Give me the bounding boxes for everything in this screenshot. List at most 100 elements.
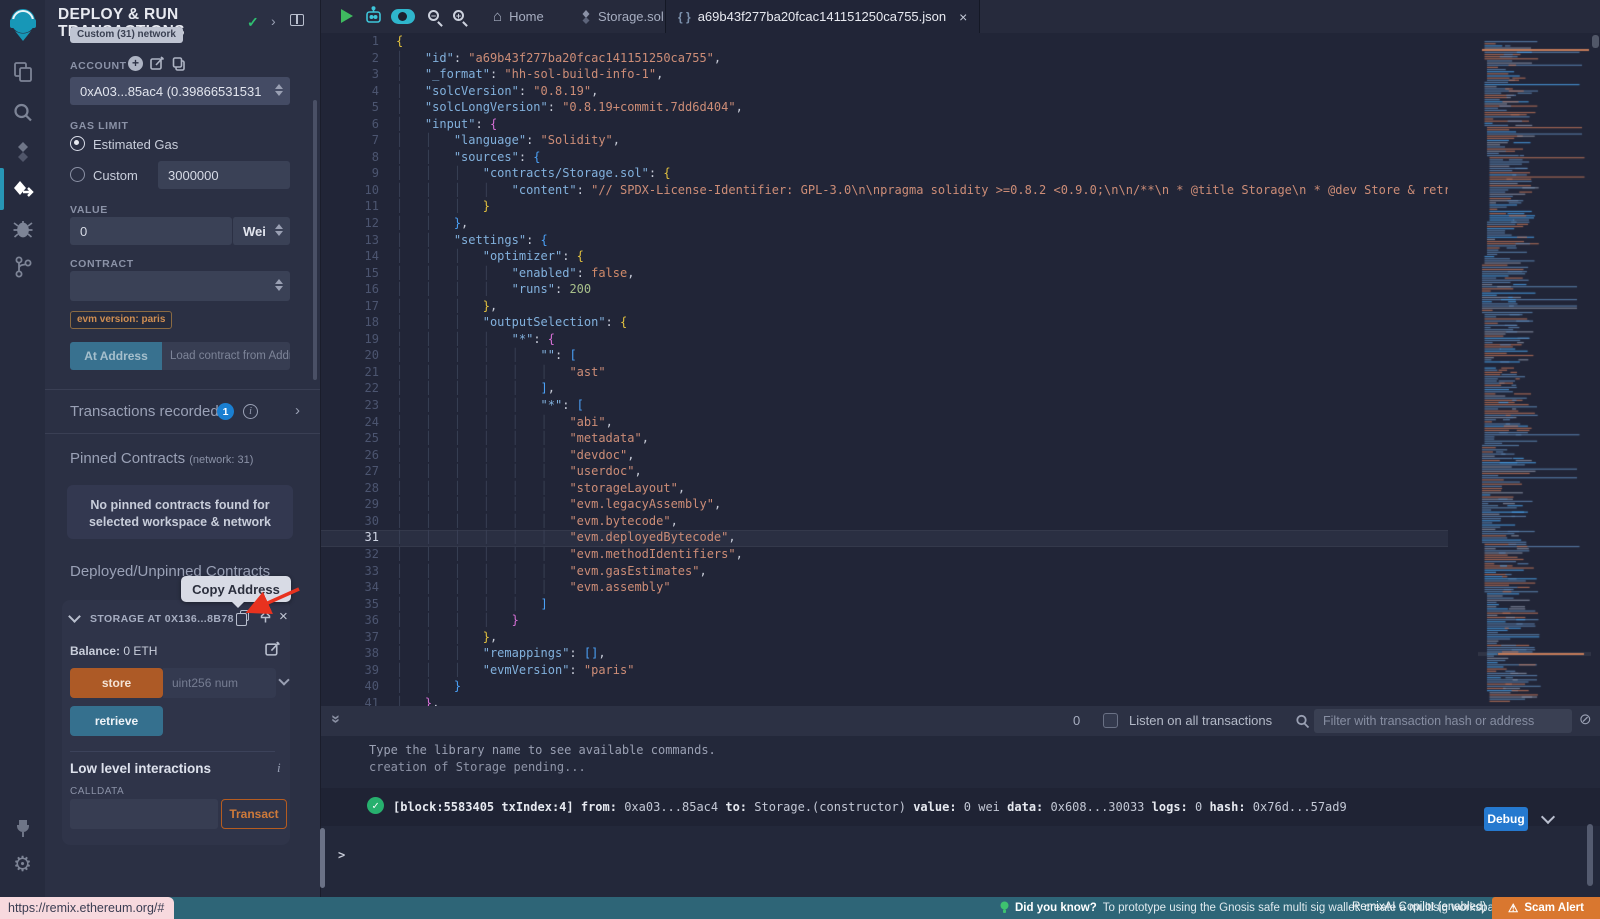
- editor-scrollbar[interactable]: [1592, 35, 1599, 48]
- transactions-expand-icon[interactable]: ›: [295, 402, 300, 419]
- tab-home[interactable]: ⌂ Home: [481, 0, 556, 33]
- line-number: 13: [321, 232, 379, 249]
- splitter-handle[interactable]: [320, 828, 325, 888]
- value-input[interactable]: 0: [70, 217, 232, 245]
- pin-panel-icon[interactable]: [290, 14, 304, 26]
- line-number: 9: [321, 165, 379, 182]
- retrieve-button[interactable]: retrieve: [70, 706, 163, 736]
- code-line: │ │ │ "remappings": [],: [396, 645, 1448, 662]
- git-branch-icon[interactable]: [0, 255, 45, 284]
- panel-expand-icon[interactable]: ›: [271, 13, 276, 29]
- line-number: 22: [321, 380, 379, 397]
- code-editor[interactable]: 1234567891011121314151617181920212223242…: [321, 33, 1600, 706]
- copilot-status[interactable]: RemixAI Copilot (enabled): [1352, 901, 1486, 913]
- line-number: 14: [321, 248, 379, 265]
- code-line: │ │ │ │ "runs": 200: [396, 281, 1448, 298]
- custom-gas-radio[interactable]: [70, 167, 85, 182]
- code-line: │ │ │ │ │ │ "evm.bytecode",: [396, 513, 1448, 530]
- file-explorer-icon[interactable]: [0, 61, 45, 88]
- ai-assistant-icon[interactable]: [363, 6, 384, 31]
- settings-gear-icon[interactable]: ⚙: [0, 852, 45, 877]
- estimated-gas-radio[interactable]: [70, 136, 85, 151]
- store-arg-input[interactable]: uint256 num: [163, 668, 276, 698]
- transaction-log[interactable]: [block:5583405 txIndex:4] from: 0xa03...…: [393, 800, 1347, 814]
- line-number: 21: [321, 364, 379, 381]
- copy-address-icon[interactable]: [240, 610, 249, 621]
- remove-contract-icon[interactable]: ×: [279, 608, 288, 625]
- scam-alert-button[interactable]: ⚠ Scam Alert: [1492, 897, 1600, 919]
- code-line: │ │ │ │ "*": {: [396, 331, 1448, 348]
- copilot-toggle[interactable]: [391, 9, 415, 24]
- panel-check-icon: ✓: [247, 14, 259, 31]
- account-stepper-icon[interactable]: [275, 84, 283, 96]
- edit-balance-icon[interactable]: [265, 641, 281, 662]
- copy-address-tooltip: Copy Address: [181, 576, 291, 602]
- add-account-icon[interactable]: +: [128, 56, 143, 71]
- balance-row: Balance: 0 ETH: [70, 644, 157, 658]
- transactions-count-badge: 1: [217, 403, 234, 420]
- tab-build-info-json[interactable]: { } a69b43f277ba20fcac141151250ca755.jso…: [665, 0, 980, 33]
- debug-button[interactable]: Debug: [1484, 807, 1528, 831]
- code-line: │ │ "settings": {: [396, 232, 1448, 249]
- evm-version-badge: evm version: paris: [70, 311, 172, 329]
- code-line: │ │ │ │ │ │ "abi",: [396, 414, 1448, 431]
- line-number: 25: [321, 430, 379, 447]
- code-line: │ │ │ │ │ │ "metadata",: [396, 430, 1448, 447]
- code-line: │ │ │ │ │ │ "ast": [396, 364, 1448, 381]
- account-select[interactable]: 0xA03...85ac4 (0.39866531531: [70, 77, 290, 105]
- custom-gas-input[interactable]: 3000000: [158, 161, 290, 189]
- code-line: │ │ │ │ │ │ "evm.methodIdentifiers",: [396, 546, 1448, 563]
- expand-store-icon[interactable]: [278, 674, 289, 685]
- line-number: 37: [321, 629, 379, 646]
- transaction-filter-input[interactable]: Filter with transaction hash or address: [1314, 709, 1572, 733]
- deploy-run-panel: DEPLOY & RUN TRANSACTIONS ✓ › Custom (31…: [45, 0, 320, 897]
- zoom-in-icon[interactable]: +: [453, 10, 464, 21]
- edit-account-icon[interactable]: [150, 56, 165, 76]
- copy-account-icon[interactable]: [172, 57, 186, 76]
- listen-checkbox[interactable]: [1103, 713, 1118, 728]
- info-icon[interactable]: i: [243, 404, 258, 419]
- pinned-empty-message: No pinned contracts found for selected w…: [67, 485, 293, 539]
- collapse-contract-icon[interactable]: [68, 610, 81, 623]
- code-line: │ │ │ │ │ │ "storageLayout",: [396, 480, 1448, 497]
- contract-stepper-icon[interactable]: [275, 279, 283, 291]
- clear-console-icon[interactable]: ⊘: [1579, 710, 1592, 728]
- unit-stepper-icon[interactable]: [275, 224, 283, 236]
- calldata-input[interactable]: [70, 799, 218, 829]
- remix-logo-icon[interactable]: [0, 7, 45, 48]
- deploy-run-icon[interactable]: [0, 179, 45, 208]
- line-number: 36: [321, 612, 379, 629]
- run-script-icon[interactable]: [341, 9, 353, 23]
- terminal-status-line: creation of Storage pending...: [369, 760, 586, 774]
- estimated-gas-label: Estimated Gas: [93, 137, 178, 152]
- at-address-input[interactable]: Load contract from Addre: [162, 342, 290, 370]
- tab-storage-sol[interactable]: Storage.sol: [569, 0, 676, 33]
- transactions-recorded-label: Transactions recorded: [70, 403, 219, 420]
- code-content: {│ "id": "a69b43f277ba20fcac141151250ca7…: [396, 33, 1448, 706]
- code-line: │ │ │ │ │ ]: [396, 596, 1448, 613]
- code-line: │ │ │ "contracts/Storage.sol": {: [396, 165, 1448, 182]
- at-address-button[interactable]: At Address: [70, 342, 162, 370]
- pin-contract-icon[interactable]: [258, 608, 273, 629]
- debugger-icon[interactable]: [0, 218, 45, 245]
- line-number: 19: [321, 331, 379, 348]
- search-icon[interactable]: [0, 102, 45, 129]
- solidity-compiler-icon[interactable]: [0, 141, 45, 168]
- zoom-out-icon[interactable]: −: [428, 10, 439, 21]
- line-number: 30: [321, 513, 379, 530]
- low-level-info-icon[interactable]: i: [277, 760, 281, 776]
- panel-scrollbar[interactable]: [313, 100, 317, 380]
- terminal-scrollbar[interactable]: [1587, 824, 1593, 886]
- transact-button[interactable]: Transact: [221, 799, 287, 829]
- plugin-manager-icon[interactable]: [0, 818, 45, 845]
- contract-label: CONTRACT: [70, 258, 134, 270]
- store-button[interactable]: store: [70, 668, 163, 698]
- tab-bar: − + ⌂ Home Storage.sol { } a69b43f277ba2…: [321, 0, 1600, 33]
- terminal[interactable]: Type the library name to see available c…: [321, 736, 1600, 897]
- terminal-count: 0: [1073, 713, 1080, 728]
- collapse-terminal-icon[interactable]: «: [326, 715, 344, 724]
- close-tab-icon[interactable]: ×: [959, 9, 967, 25]
- warning-icon: ⚠: [1508, 901, 1518, 915]
- minimap[interactable]: [1478, 33, 1591, 706]
- contract-select[interactable]: [70, 271, 290, 301]
